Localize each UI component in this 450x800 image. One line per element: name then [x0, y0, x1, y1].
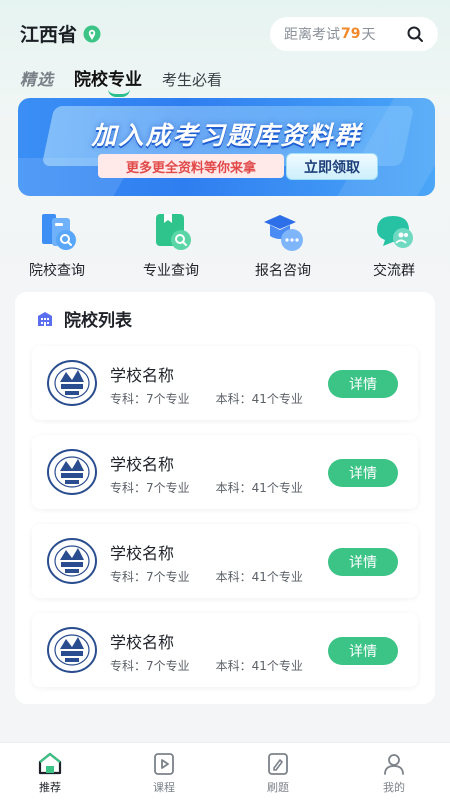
building-icon [38, 311, 52, 326]
school-logo-icon [47, 538, 97, 584]
quick-entry-major-search[interactable]: 专业查询 [126, 210, 216, 280]
benke-count: 本科：41个专业 [215, 570, 303, 584]
quick-entry-grid: 院校查询 专业查询 报名咨询 交流群 [0, 210, 450, 288]
school-row[interactable]: 学校名称专科：7个专业 本科：41个专业 详情 [32, 613, 418, 687]
school-list-header: 院校列表 [36, 306, 132, 331]
school-name: 学校名称 [110, 544, 175, 563]
tab-featured[interactable]: 精选 [20, 66, 54, 90]
banner-subtitle: 更多更全资料等你来拿 [98, 154, 284, 178]
promo-banner[interactable]: 加入成考习题库资料群 更多更全资料等你来拿 立即领取 [18, 98, 435, 196]
nav-exercises[interactable]: 刷题 [248, 751, 308, 795]
countdown-suffix: 天 [361, 27, 376, 43]
benke-count: 本科：41个专业 [215, 481, 303, 495]
quick-entry-school-search[interactable]: 院校查询 [12, 210, 102, 280]
nav-recommend[interactable]: 推荐 [20, 751, 80, 795]
active-tab-indicator [108, 89, 131, 97]
top-bar: 江西省 距离考试 79 天 [0, 0, 450, 62]
zhuanke-count: 专科：7个专业 [110, 570, 190, 584]
detail-button[interactable]: 详情 [328, 459, 398, 487]
nav-mine[interactable]: 我的 [364, 751, 424, 795]
exercise-icon [268, 753, 288, 775]
school-row[interactable]: 学校名称专科：7个专业 本科：41个专业 详情 [32, 346, 418, 420]
user-icon [384, 754, 404, 775]
quick-entry-enroll-consult[interactable]: 报名咨询 [238, 210, 328, 280]
play-icon [154, 753, 174, 775]
province-selector[interactable]: 江西省 [20, 20, 101, 47]
countdown-days: 79 [341, 26, 361, 42]
school-logo-icon [47, 627, 97, 673]
detail-button[interactable]: 详情 [328, 370, 398, 398]
school-name: 学校名称 [110, 633, 175, 652]
school-major-counts: 专科：7个专业 本科：41个专业 [110, 657, 303, 674]
quick-entry-chat-group[interactable]: 交流群 [349, 210, 439, 280]
home-icon [38, 752, 62, 775]
tab-schools-majors[interactable]: 院校专业 [74, 65, 143, 97]
nav-label: 课程 [153, 781, 175, 794]
bottom-navigation: 推荐 课程 刷题 我的 [0, 742, 450, 800]
detail-button[interactable]: 详情 [328, 637, 398, 665]
chat-group-icon [377, 216, 413, 248]
nav-label: 我的 [383, 781, 405, 794]
nav-label: 推荐 [39, 781, 61, 794]
province-label: 江西省 [20, 24, 78, 46]
quick-entry-label: 交流群 [373, 263, 415, 279]
school-major-counts: 专科：7个专业 本科：41个专业 [110, 479, 303, 496]
exam-countdown-search[interactable]: 距离考试 79 天 [270, 17, 438, 51]
school-row[interactable]: 学校名称专科：7个专业 本科：41个专业 详情 [32, 524, 418, 598]
quick-entry-label: 院校查询 [29, 263, 85, 279]
school-row[interactable]: 学校名称专科：7个专业 本科：41个专业 详情 [32, 435, 418, 509]
nav-courses[interactable]: 课程 [134, 751, 194, 795]
tab-schools-majors-label: 院校专业 [74, 70, 143, 90]
school-name: 学校名称 [110, 366, 175, 385]
school-name: 学校名称 [110, 455, 175, 474]
banner-title: 加入成考习题库资料群 [91, 121, 362, 150]
school-major-counts: 专科：7个专业 本科：41个专业 [110, 390, 303, 407]
tab-must-read[interactable]: 考生必看 [162, 69, 222, 90]
school-logo-icon [47, 360, 97, 406]
benke-count: 本科：41个专业 [215, 392, 303, 406]
zhuanke-count: 专科：7个专业 [110, 392, 190, 406]
school-list-title: 院校列表 [64, 311, 132, 331]
benke-count: 本科：41个专业 [215, 659, 303, 673]
nav-label: 刷题 [267, 781, 289, 794]
detail-button[interactable]: 详情 [328, 548, 398, 576]
school-search-icon [42, 214, 76, 250]
category-tabs: 精选 院校专业 考生必看 [20, 60, 242, 97]
quick-entry-label: 报名咨询 [255, 263, 311, 279]
claim-now-button[interactable]: 立即领取 [286, 153, 378, 180]
school-logo-icon [47, 449, 97, 495]
search-icon[interactable] [406, 25, 424, 43]
location-pin-icon [83, 25, 101, 42]
major-search-icon [156, 214, 191, 250]
countdown-prefix: 距离考试 [284, 27, 340, 43]
quick-entry-label: 专业查询 [143, 263, 199, 279]
school-major-counts: 专科：7个专业 本科：41个专业 [110, 568, 303, 585]
zhuanke-count: 专科：7个专业 [110, 659, 190, 673]
enroll-consult-icon [264, 215, 303, 251]
zhuanke-count: 专科：7个专业 [110, 481, 190, 495]
